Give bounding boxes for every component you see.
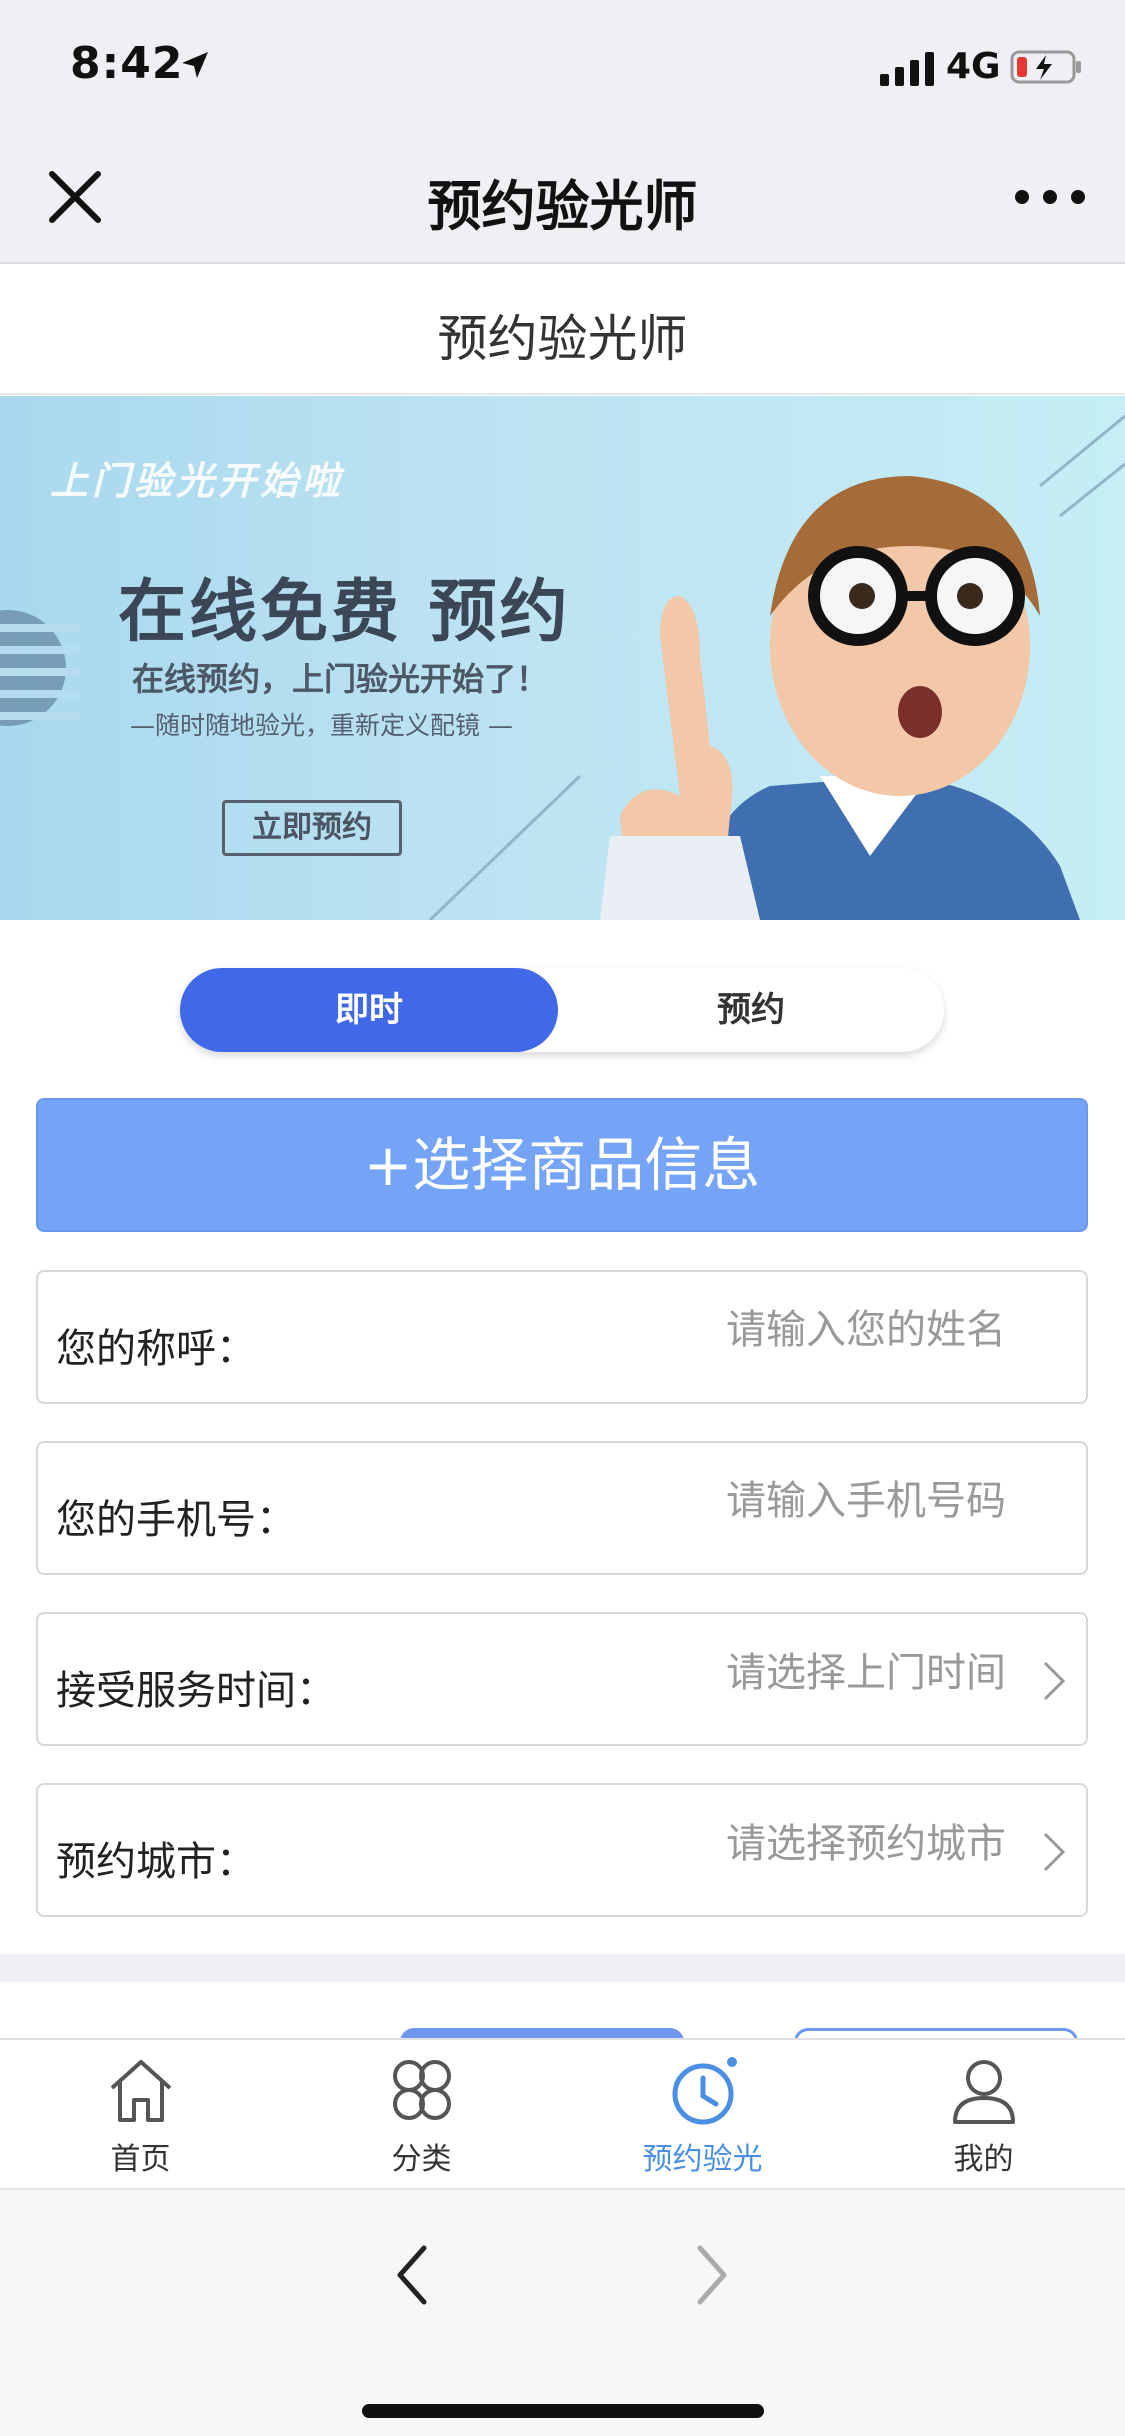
name-input[interactable] — [566, 1300, 1006, 1360]
service-time-label: 接受服务时间： — [56, 1668, 336, 1714]
tab-eye-exam[interactable]: 预约验光 — [562, 2040, 843, 2190]
status-bar: 8:42 4G — [0, 0, 1125, 132]
banner-book-now-button[interactable]: 立即预约 — [222, 800, 402, 856]
page-header: 预约验光师 — [0, 265, 1125, 395]
name-label: 您的称呼： — [56, 1326, 256, 1372]
select-product-button[interactable]: +选择商品信息 — [36, 1098, 1088, 1232]
banner-tag: 上门验光开始啦 — [50, 459, 345, 503]
tab-instant[interactable]: 即时 — [180, 968, 558, 1052]
tab-home-label: 首页 — [110, 2142, 171, 2177]
chevron-left-icon[interactable] — [392, 2242, 432, 2308]
location-arrow-icon — [182, 52, 208, 78]
banner-slogan: —随时随地验光，重新定义配镜 — — [130, 711, 513, 740]
name-field: 您的称呼： — [36, 1270, 1088, 1404]
city-picker[interactable]: 请选择预约城市 — [726, 1811, 1006, 1869]
clock-icon — [672, 2057, 737, 2125]
battery-charging-icon — [1010, 50, 1081, 84]
city-field[interactable]: 预约城市： 请选择预约城市 — [36, 1783, 1088, 1917]
tab-profile-label: 我的 — [953, 2142, 1014, 2177]
banner-headline: 在线免费 预约 — [118, 573, 571, 652]
page-title: 预约验光师 — [437, 310, 688, 368]
home-icon — [110, 2060, 172, 2122]
phone-field: 您的手机号： — [36, 1441, 1088, 1575]
promo-banner[interactable]: 上门验光开始啦 在线免费 预约 在线预约，上门验光开始了！ —随时随地验光，重新… — [0, 396, 1125, 920]
network-type: 4G — [946, 46, 1001, 87]
more-icon[interactable] — [1012, 182, 1088, 212]
city-label: 预约城市： — [56, 1839, 256, 1885]
tab-scheduled[interactable]: 预约 — [558, 968, 944, 1052]
banner-subtitle: 在线预约，上门验光开始了！ — [132, 660, 549, 698]
nav-title: 预约验光师 — [427, 175, 698, 238]
user-icon — [953, 2060, 1015, 2124]
signal-icon — [880, 52, 934, 86]
service-time-picker[interactable]: 请选择上门时间 — [726, 1640, 1006, 1698]
chevron-right-icon — [1043, 1661, 1066, 1701]
boy-with-glasses-illustration — [600, 476, 1080, 920]
bottom-tab-bar: 首页 分类 预约验光 我的 — [0, 2038, 1125, 2188]
home-indicator[interactable] — [362, 2404, 764, 2418]
tab-home[interactable]: 首页 — [0, 2040, 281, 2190]
section-divider — [0, 1954, 1125, 1982]
booking-mode-switch: 即时 预约 — [180, 968, 944, 1052]
striped-circle-decor — [0, 610, 80, 726]
status-time: 8:42 — [70, 38, 184, 89]
tab-category[interactable]: 分类 — [281, 2040, 562, 2190]
tab-profile[interactable]: 我的 — [843, 2040, 1124, 2190]
tab-eye-exam-label: 预约验光 — [642, 2142, 763, 2177]
phone-input[interactable] — [566, 1471, 1006, 1531]
phone-label: 您的手机号： — [56, 1497, 296, 1543]
service-time-field[interactable]: 接受服务时间： 请选择上门时间 — [36, 1612, 1088, 1746]
category-icon — [393, 2060, 451, 2120]
nav-bar: 预约验光师 — [0, 132, 1125, 264]
tab-category-label: 分类 — [391, 2142, 452, 2177]
chevron-right-icon — [1043, 1832, 1066, 1872]
browser-toolbar — [0, 2188, 1125, 2436]
chevron-right-icon[interactable] — [692, 2242, 732, 2308]
